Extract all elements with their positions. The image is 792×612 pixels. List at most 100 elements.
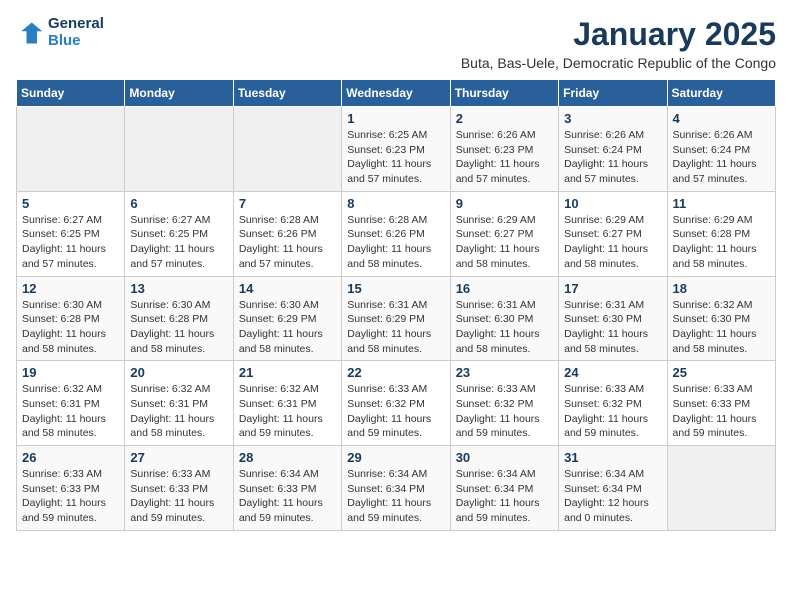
logo: General Blue [16, 16, 104, 49]
day-number: 9 [456, 196, 553, 211]
day-info: Sunrise: 6:32 AM Sunset: 6:30 PM Dayligh… [673, 298, 770, 357]
day-number: 29 [347, 450, 444, 465]
day-info: Sunrise: 6:30 AM Sunset: 6:29 PM Dayligh… [239, 298, 336, 357]
header-sunday: Sunday [17, 80, 125, 107]
day-info: Sunrise: 6:31 AM Sunset: 6:30 PM Dayligh… [456, 298, 553, 357]
day-info: Sunrise: 6:33 AM Sunset: 6:33 PM Dayligh… [22, 467, 119, 526]
calendar-cell: 30 Sunrise: 6:34 AM Sunset: 6:34 PM Dayli… [450, 446, 558, 531]
day-info: Sunrise: 6:33 AM Sunset: 6:33 PM Dayligh… [673, 382, 770, 441]
calendar-cell: 31Sunrise: 6:34 AM Sunset: 6:34 PM Dayli… [559, 446, 667, 531]
calendar-cell: 1 Sunrise: 6:25 AM Sunset: 6:23 PM Daylig… [342, 107, 450, 192]
day-number: 21 [239, 365, 336, 380]
day-info: Sunrise: 6:27 AM Sunset: 6:25 PM Dayligh… [22, 213, 119, 272]
day-number: 19 [22, 365, 119, 380]
calendar-cell: 28 Sunrise: 6:34 AM Sunset: 6:33 PM Dayli… [233, 446, 341, 531]
day-number: 23 [456, 365, 553, 380]
day-number: 17 [564, 281, 661, 296]
day-number: 11 [673, 196, 770, 211]
header-monday: Monday [125, 80, 233, 107]
header-thursday: Thursday [450, 80, 558, 107]
day-number: 8 [347, 196, 444, 211]
main-title: January 2025 [461, 16, 776, 53]
calendar-cell: 25 Sunrise: 6:33 AM Sunset: 6:33 PM Dayli… [667, 361, 775, 446]
day-info: Sunrise: 6:29 AM Sunset: 6:28 PM Dayligh… [673, 213, 770, 272]
day-number: 26 [22, 450, 119, 465]
day-number: 7 [239, 196, 336, 211]
day-number: 28 [239, 450, 336, 465]
header-friday: Friday [559, 80, 667, 107]
calendar-cell [667, 446, 775, 531]
day-info: Sunrise: 6:25 AM Sunset: 6:23 PM Dayligh… [347, 128, 444, 187]
calendar-cell: 5Sunrise: 6:27 AM Sunset: 6:25 PM Daylig… [17, 191, 125, 276]
day-info: Sunrise: 6:26 AM Sunset: 6:23 PM Dayligh… [456, 128, 553, 187]
header-tuesday: Tuesday [233, 80, 341, 107]
day-info: Sunrise: 6:32 AM Sunset: 6:31 PM Dayligh… [130, 382, 227, 441]
day-info: Sunrise: 6:30 AM Sunset: 6:28 PM Dayligh… [130, 298, 227, 357]
day-info: Sunrise: 6:34 AM Sunset: 6:33 PM Dayligh… [239, 467, 336, 526]
day-info: Sunrise: 6:33 AM Sunset: 6:32 PM Dayligh… [564, 382, 661, 441]
day-info: Sunrise: 6:29 AM Sunset: 6:27 PM Dayligh… [564, 213, 661, 272]
calendar-cell: 11 Sunrise: 6:29 AM Sunset: 6:28 PM Dayli… [667, 191, 775, 276]
calendar-cell: 13 Sunrise: 6:30 AM Sunset: 6:28 PM Dayli… [125, 276, 233, 361]
calendar: SundayMondayTuesdayWednesdayThursdayFrid… [16, 79, 776, 531]
calendar-cell: 24 Sunrise: 6:33 AM Sunset: 6:32 PM Dayli… [559, 361, 667, 446]
calendar-cell: 2 Sunrise: 6:26 AM Sunset: 6:23 PM Daylig… [450, 107, 558, 192]
calendar-cell: 8 Sunrise: 6:28 AM Sunset: 6:26 PM Daylig… [342, 191, 450, 276]
day-number: 2 [456, 111, 553, 126]
calendar-cell: 6 Sunrise: 6:27 AM Sunset: 6:25 PM Daylig… [125, 191, 233, 276]
day-number: 25 [673, 365, 770, 380]
day-number: 30 [456, 450, 553, 465]
day-number: 1 [347, 111, 444, 126]
day-number: 3 [564, 111, 661, 126]
day-number: 15 [347, 281, 444, 296]
calendar-cell: 29Sunrise: 6:34 AM Sunset: 6:34 PM Dayli… [342, 446, 450, 531]
calendar-cell: 3 Sunrise: 6:26 AM Sunset: 6:24 PM Daylig… [559, 107, 667, 192]
day-number: 27 [130, 450, 227, 465]
calendar-cell: 16Sunrise: 6:31 AM Sunset: 6:30 PM Dayli… [450, 276, 558, 361]
day-number: 31 [564, 450, 661, 465]
day-info: Sunrise: 6:28 AM Sunset: 6:26 PM Dayligh… [239, 213, 336, 272]
calendar-cell [17, 107, 125, 192]
calendar-cell: 4 Sunrise: 6:26 AM Sunset: 6:24 PM Daylig… [667, 107, 775, 192]
header-wednesday: Wednesday [342, 80, 450, 107]
week-row-4: 26 Sunrise: 6:33 AM Sunset: 6:33 PM Dayli… [17, 446, 776, 531]
day-info: Sunrise: 6:26 AM Sunset: 6:24 PM Dayligh… [673, 128, 770, 187]
calendar-cell: 23 Sunrise: 6:33 AM Sunset: 6:32 PM Dayli… [450, 361, 558, 446]
day-number: 24 [564, 365, 661, 380]
calendar-cell: 21 Sunrise: 6:32 AM Sunset: 6:31 PM Dayli… [233, 361, 341, 446]
day-info: Sunrise: 6:33 AM Sunset: 6:33 PM Dayligh… [130, 467, 227, 526]
calendar-cell: 12 Sunrise: 6:30 AM Sunset: 6:28 PM Dayli… [17, 276, 125, 361]
day-number: 4 [673, 111, 770, 126]
calendar-cell: 17 Sunrise: 6:31 AM Sunset: 6:30 PM Dayli… [559, 276, 667, 361]
calendar-cell [233, 107, 341, 192]
day-info: Sunrise: 6:34 AM Sunset: 6:34 PM Dayligh… [456, 467, 553, 526]
day-number: 13 [130, 281, 227, 296]
calendar-cell: 7 Sunrise: 6:28 AM Sunset: 6:26 PM Daylig… [233, 191, 341, 276]
calendar-cell: 18Sunrise: 6:32 AM Sunset: 6:30 PM Dayli… [667, 276, 775, 361]
day-info: Sunrise: 6:29 AM Sunset: 6:27 PM Dayligh… [456, 213, 553, 272]
day-number: 6 [130, 196, 227, 211]
calendar-cell: 22 Sunrise: 6:33 AM Sunset: 6:32 PM Dayli… [342, 361, 450, 446]
page-header: General Blue January 2025 Buta, Bas-Uele… [16, 16, 776, 71]
day-info: Sunrise: 6:32 AM Sunset: 6:31 PM Dayligh… [22, 382, 119, 441]
day-info: Sunrise: 6:31 AM Sunset: 6:30 PM Dayligh… [564, 298, 661, 357]
day-info: Sunrise: 6:32 AM Sunset: 6:31 PM Dayligh… [239, 382, 336, 441]
logo-blue: Blue [48, 33, 104, 50]
day-info: Sunrise: 6:33 AM Sunset: 6:32 PM Dayligh… [456, 382, 553, 441]
day-info: Sunrise: 6:33 AM Sunset: 6:32 PM Dayligh… [347, 382, 444, 441]
week-row-0: 1 Sunrise: 6:25 AM Sunset: 6:23 PM Daylig… [17, 107, 776, 192]
header-saturday: Saturday [667, 80, 775, 107]
day-info: Sunrise: 6:28 AM Sunset: 6:26 PM Dayligh… [347, 213, 444, 272]
logo-general: General [48, 16, 104, 33]
calendar-cell: 26 Sunrise: 6:33 AM Sunset: 6:33 PM Dayli… [17, 446, 125, 531]
day-number: 12 [22, 281, 119, 296]
day-number: 22 [347, 365, 444, 380]
week-row-1: 5Sunrise: 6:27 AM Sunset: 6:25 PM Daylig… [17, 191, 776, 276]
day-info: Sunrise: 6:26 AM Sunset: 6:24 PM Dayligh… [564, 128, 661, 187]
calendar-cell: 10Sunrise: 6:29 AM Sunset: 6:27 PM Dayli… [559, 191, 667, 276]
calendar-cell: 14Sunrise: 6:30 AM Sunset: 6:29 PM Dayli… [233, 276, 341, 361]
calendar-header-row: SundayMondayTuesdayWednesdayThursdayFrid… [17, 80, 776, 107]
day-info: Sunrise: 6:27 AM Sunset: 6:25 PM Dayligh… [130, 213, 227, 272]
day-info: Sunrise: 6:30 AM Sunset: 6:28 PM Dayligh… [22, 298, 119, 357]
calendar-cell: 27 Sunrise: 6:33 AM Sunset: 6:33 PM Dayli… [125, 446, 233, 531]
